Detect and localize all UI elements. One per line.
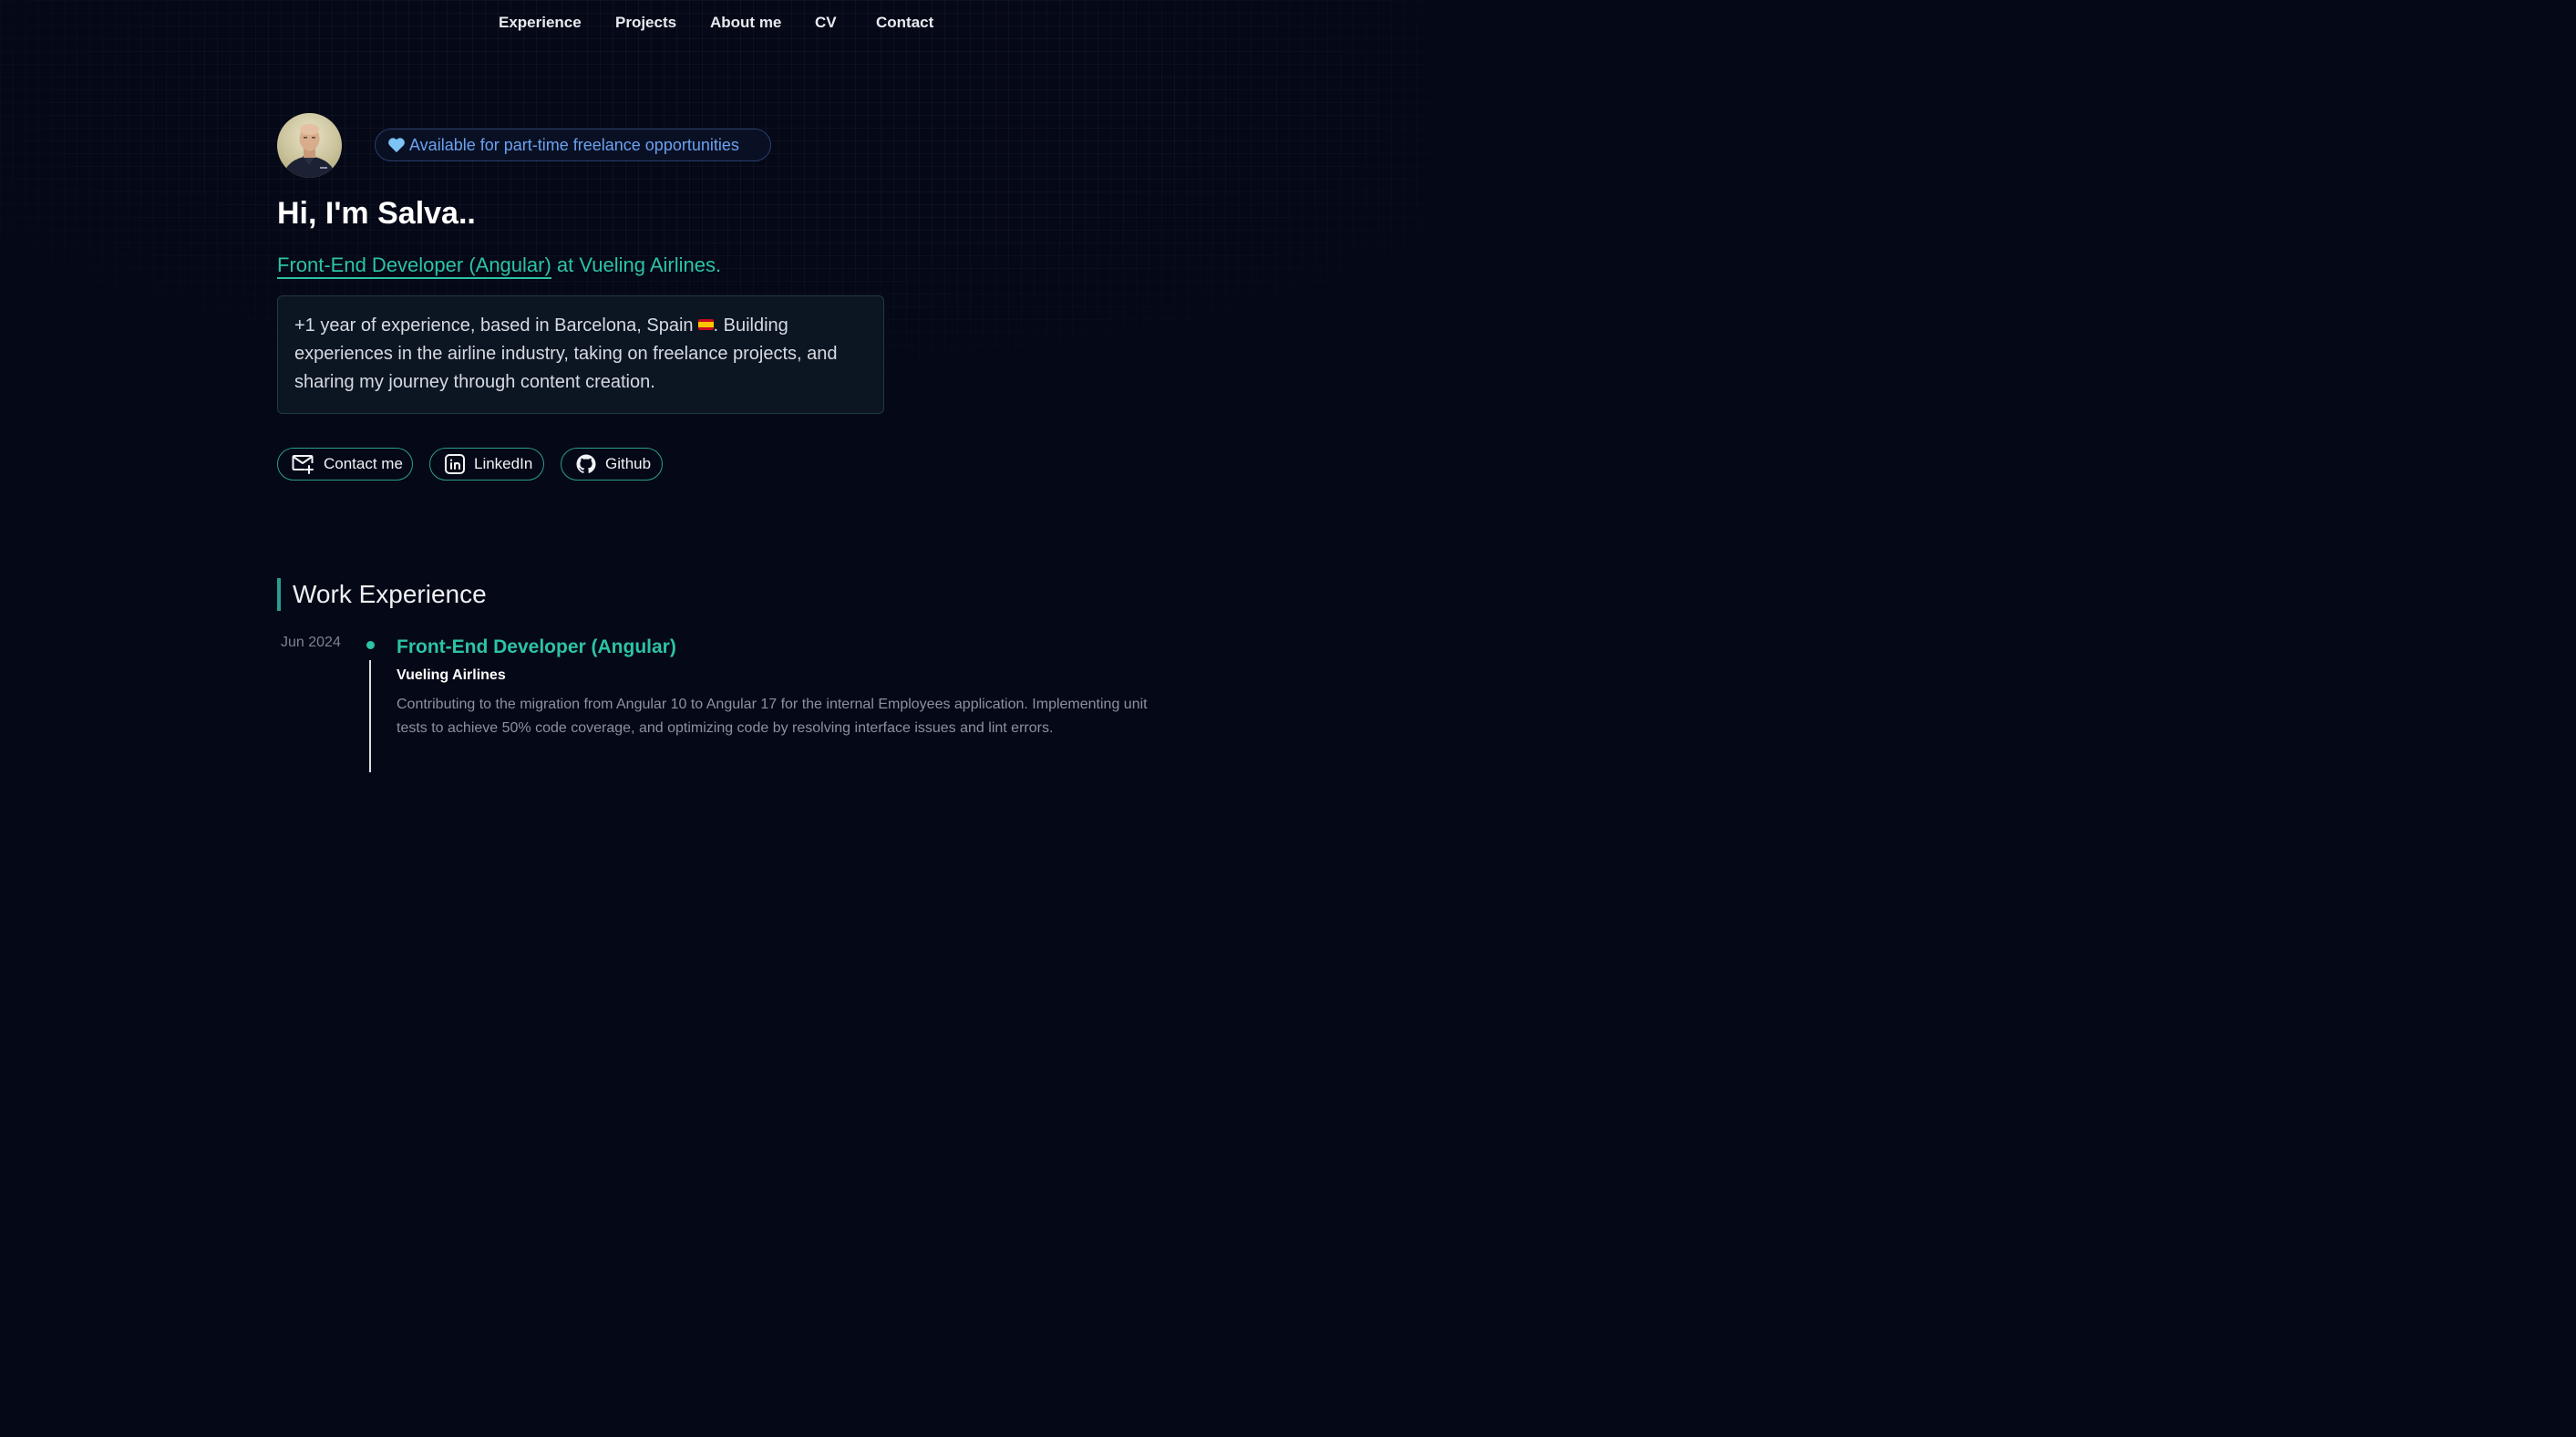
github-button-label: Github	[605, 455, 652, 472]
timeline-line	[369, 660, 371, 772]
mail-plus-icon	[292, 455, 314, 474]
nav-experience[interactable]: Experience	[499, 11, 582, 35]
heart-icon	[388, 138, 405, 153]
nav-contact[interactable]: Contact	[876, 11, 933, 35]
contact-button[interactable]: Contact me	[277, 448, 413, 481]
availability-badge: Available for part-time freelance opport…	[375, 129, 771, 161]
avatar-portrait	[283, 124, 336, 178]
nav-projects[interactable]: Projects	[615, 11, 676, 35]
role-link[interactable]: Front-End Developer (Angular)	[277, 253, 551, 279]
bio-card: +1 year of experience, based in Barcelon…	[277, 295, 884, 414]
avatar	[277, 113, 342, 178]
nav-cv[interactable]: CV	[815, 11, 837, 35]
contact-button-label: Contact me	[324, 455, 403, 472]
spain-flag-icon	[697, 319, 714, 330]
work-experience-heading: Work Experience	[277, 578, 487, 611]
bio-text-start: +1 year of experience, based in Barcelon…	[294, 315, 694, 336]
job-description: Contributing to the migration from Angul…	[397, 697, 1148, 736]
job-company: Vueling Airlines	[397, 667, 506, 683]
linkedin-button-label: LinkedIn	[474, 455, 533, 472]
linkedin-button[interactable]: LinkedIn	[429, 448, 544, 481]
job-date: Jun 2024	[281, 635, 341, 650]
availability-text: Available for part-time freelance opport…	[409, 135, 739, 154]
timeline-dot	[366, 641, 375, 649]
github-button[interactable]: Github	[561, 448, 663, 481]
github-icon	[576, 454, 596, 473]
job-title: Front-End Developer (Angular)	[397, 636, 676, 657]
linkedin-icon	[445, 454, 465, 474]
top-nav: Experience Projects About me CV Contact	[0, 11, 1429, 35]
role-line: Front-End Developer (Angular) at Vueling…	[277, 252, 721, 279]
company-text: at Vueling Airlines.	[551, 253, 722, 276]
page-title: Hi, I'm Salva..	[277, 196, 476, 231]
nav-about-me[interactable]: About me	[710, 11, 781, 35]
